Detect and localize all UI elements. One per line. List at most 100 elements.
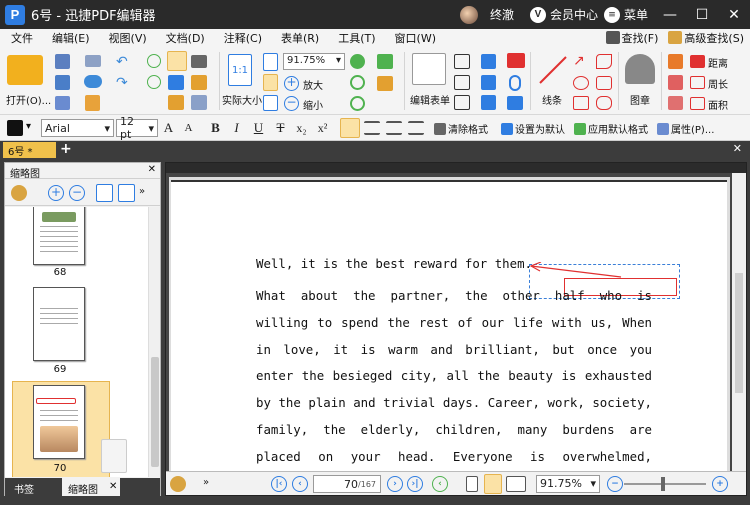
snapshot-icon[interactable]: [191, 55, 207, 68]
rectangle-icon[interactable]: [573, 96, 589, 110]
zoom-in-button[interactable]: 放大: [303, 77, 323, 92]
rotate-ccw-icon[interactable]: [350, 96, 365, 111]
sound-icon[interactable]: [507, 96, 523, 110]
status-zoom-select[interactable]: 91.75% ▾: [536, 475, 600, 493]
perimeter-icon[interactable]: [690, 76, 705, 89]
font-size-select[interactable]: 12 pt ▾: [116, 115, 158, 141]
minimize-button[interactable]: —: [654, 0, 686, 29]
user-name[interactable]: 终澈: [490, 6, 514, 23]
undo-icon[interactable]: ↶: [116, 55, 131, 69]
image-tool-icon[interactable]: [377, 76, 393, 91]
close-panel-icon[interactable]: ✕: [148, 164, 156, 175]
text-icon[interactable]: [481, 75, 496, 90]
page-number-input[interactable]: 70/167: [313, 475, 381, 493]
italic-button[interactable]: I: [228, 119, 245, 137]
menu-document[interactable]: 文档(D): [155, 30, 213, 46]
thumbnail-scrollbar-thumb[interactable]: [151, 357, 159, 467]
stamp-icon[interactable]: [625, 54, 655, 84]
first-page-button[interactable]: |‹: [271, 476, 287, 492]
thumbnail-page-69[interactable]: [33, 287, 85, 361]
zoom-in-icon[interactable]: +: [284, 76, 299, 91]
bold-button[interactable]: B: [207, 119, 224, 137]
zoom-in-button[interactable]: +: [712, 476, 728, 492]
decrease-font-icon[interactable]: A: [180, 119, 197, 137]
align-justify-icon[interactable]: [408, 121, 424, 135]
tab-bookmarks[interactable]: 书签: [8, 478, 40, 496]
document-scrollbar-thumb[interactable]: [735, 273, 743, 393]
fit-icon[interactable]: [191, 75, 207, 90]
next-page-button[interactable]: ›: [387, 476, 403, 492]
typewriter-2-icon[interactable]: [481, 95, 496, 110]
text-field-icon[interactable]: [454, 54, 470, 69]
superscript-button[interactable]: x²: [314, 119, 331, 137]
back-icon[interactable]: [147, 54, 161, 68]
rotate-page-cw-icon[interactable]: [96, 184, 113, 202]
rotate-cw-icon[interactable]: [350, 75, 365, 90]
pencil-icon[interactable]: [668, 54, 683, 69]
user-avatar[interactable]: [459, 5, 478, 24]
close-panel-tab-icon[interactable]: ✕: [103, 478, 123, 496]
fit-visible-icon[interactable]: [263, 95, 278, 111]
add-image-icon[interactable]: [377, 54, 393, 69]
area-button[interactable]: 面积: [708, 97, 728, 112]
continuous-page-icon[interactable]: [484, 474, 502, 494]
last-page-button[interactable]: ›|: [407, 476, 423, 492]
previous-page-button[interactable]: ‹: [292, 476, 308, 492]
facing-page-icon[interactable]: [506, 476, 526, 492]
member-center-link[interactable]: 会员中心: [550, 6, 598, 23]
eraser-icon[interactable]: [668, 75, 683, 90]
menu-window[interactable]: 窗口(W): [384, 30, 444, 46]
increase-font-icon[interactable]: A: [160, 119, 177, 137]
polyline-icon[interactable]: [596, 54, 612, 69]
subscript-button[interactable]: x₂: [293, 119, 310, 137]
rotate-icon[interactable]: [350, 54, 365, 69]
align-center-icon[interactable]: [364, 121, 380, 135]
font-family-select[interactable]: Arial ▾: [41, 119, 114, 137]
polygon-icon[interactable]: [596, 76, 612, 90]
stamp-button[interactable]: 图章: [630, 92, 650, 107]
apply-default-button[interactable]: 应用默认格式: [574, 121, 648, 136]
fit-width-icon[interactable]: [263, 74, 278, 91]
email-icon[interactable]: [85, 55, 101, 67]
advanced-find-button[interactable]: 高级查找(S): [668, 30, 744, 46]
edit-form-icon[interactable]: [412, 53, 446, 85]
actual-size-button[interactable]: 实际大小: [222, 92, 262, 107]
menu-edit[interactable]: 编辑(E): [41, 30, 98, 46]
fit-page-icon[interactable]: [263, 53, 278, 71]
clear-format-button[interactable]: 清除格式: [434, 121, 488, 136]
document-scrollbar[interactable]: [732, 173, 746, 471]
find-button[interactable]: 查找(F): [605, 30, 658, 46]
properties-icon[interactable]: [55, 96, 70, 110]
color-dropdown-icon[interactable]: ▾: [26, 121, 31, 132]
menu-file[interactable]: 文件: [0, 30, 41, 46]
more-icon[interactable]: »: [139, 186, 149, 200]
align-right-icon[interactable]: [386, 121, 402, 135]
zoom-out-button[interactable]: −: [607, 476, 623, 492]
align-left-icon[interactable]: [340, 118, 360, 138]
add-tab-icon[interactable]: +: [60, 141, 72, 157]
redo-icon[interactable]: ↷: [116, 76, 131, 90]
text-box-icon[interactable]: [454, 75, 470, 90]
close-button[interactable]: ✕: [718, 0, 750, 29]
cloud-icon[interactable]: [84, 75, 102, 88]
open-button[interactable]: 打开(O)...: [6, 92, 51, 107]
select-text-icon[interactable]: [168, 75, 184, 90]
pdf-page[interactable]: Well, it is the best reward for them. Wh…: [171, 180, 727, 471]
note-icon[interactable]: [507, 53, 525, 68]
forward-icon[interactable]: [147, 75, 161, 89]
annotate-select-icon[interactable]: [168, 95, 184, 110]
distance-button[interactable]: 距离: [708, 55, 728, 70]
perimeter-button[interactable]: 周长: [708, 76, 728, 91]
single-page-icon[interactable]: [466, 476, 478, 492]
set-default-button[interactable]: 设置为默认: [501, 121, 565, 136]
tab-document[interactable]: 6号 *: [3, 142, 56, 158]
zoom-out-button[interactable]: 缩小: [303, 97, 323, 112]
area-icon[interactable]: [690, 97, 705, 110]
ellipse-icon[interactable]: [573, 76, 589, 90]
open-folder-icon[interactable]: [7, 55, 43, 85]
typewriter-icon[interactable]: [481, 54, 496, 69]
thumbnail-page-70[interactable]: [33, 385, 85, 459]
thumbnail-page-68[interactable]: [33, 207, 85, 265]
zoom-select[interactable]: 91.75% ▾: [283, 53, 345, 70]
new-document-icon[interactable]: [85, 95, 100, 111]
